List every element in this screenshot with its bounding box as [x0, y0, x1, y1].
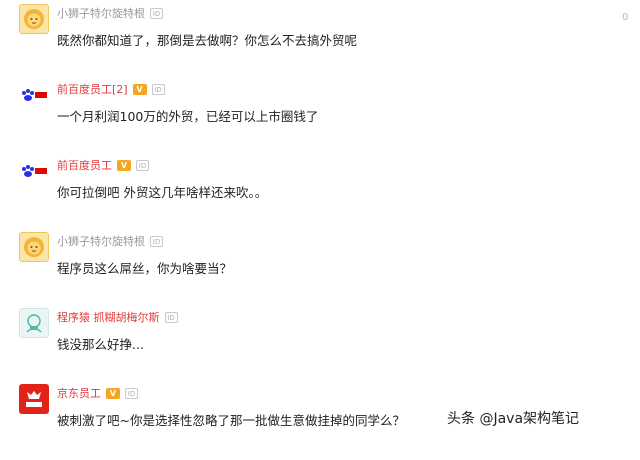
id-badge: ID: [150, 7, 163, 19]
id-badge: ID: [164, 311, 178, 323]
lion-icon[interactable]: [19, 4, 49, 34]
comment-item: 程序猿 抓糊胡梅尔斯 ID 钱没那么好挣...: [0, 308, 640, 384]
vip-badge: V: [132, 83, 147, 95]
lion-icon[interactable]: [19, 232, 49, 262]
username[interactable]: 小狮子特尔旋特根: [57, 5, 145, 21]
username[interactable]: 小狮子特尔旋特根: [57, 233, 145, 249]
watermark: 头条 @Java架构笔记: [447, 411, 580, 427]
username[interactable]: 京东员工: [57, 385, 101, 401]
comment-item: 前百度员工 V ID 你可拉倒吧 外贸这几年啥样还来吹。。: [0, 156, 640, 232]
jd-icon[interactable]: [19, 384, 49, 414]
comment-text: 程序员这么屌丝，你为啥要当？: [57, 261, 233, 276]
comment-text: 一个月利润100万的外贸，已经可以上市圈钱了: [57, 109, 319, 124]
comment-item: 小狮子特尔旋特根 ID 程序员这么屌丝，你为啥要当？: [0, 232, 640, 308]
comment-text: 你可拉倒吧 外贸这几年啥样还来吹。。: [57, 185, 268, 200]
baidu-icon[interactable]: [19, 80, 49, 110]
comment-text: 被刺激了吧~你是选择性忽略了那一批做生意做挂掉的同学么？: [57, 413, 405, 428]
vip-badge: V: [117, 159, 131, 171]
vip-badge: V: [106, 387, 120, 399]
baidu-icon[interactable]: [19, 156, 49, 186]
comment-text: 钱没那么好挣...: [57, 337, 144, 352]
id-badge: ID: [150, 235, 163, 247]
id-badge: ID: [151, 83, 165, 95]
comment-item: 小狮子特尔旋特根 ID 既然你都知道了，那倒是去做啊？你怎么不去搞外贸呢: [0, 4, 640, 80]
id-badge: ID: [136, 159, 149, 171]
monkey-icon[interactable]: [19, 308, 49, 338]
username[interactable]: 程序猿 抓糊胡梅尔斯: [57, 309, 160, 325]
id-badge: ID: [125, 387, 138, 399]
comment-item: 前百度员工[2] V ID 一个月利润100万的外贸，已经可以上市圈钱了: [0, 80, 640, 156]
username[interactable]: 前百度员工[2]: [57, 81, 128, 97]
comment-text: 既然你都知道了，那倒是去做啊？你怎么不去搞外贸呢: [57, 33, 358, 48]
username[interactable]: 前百度员工: [57, 157, 112, 173]
